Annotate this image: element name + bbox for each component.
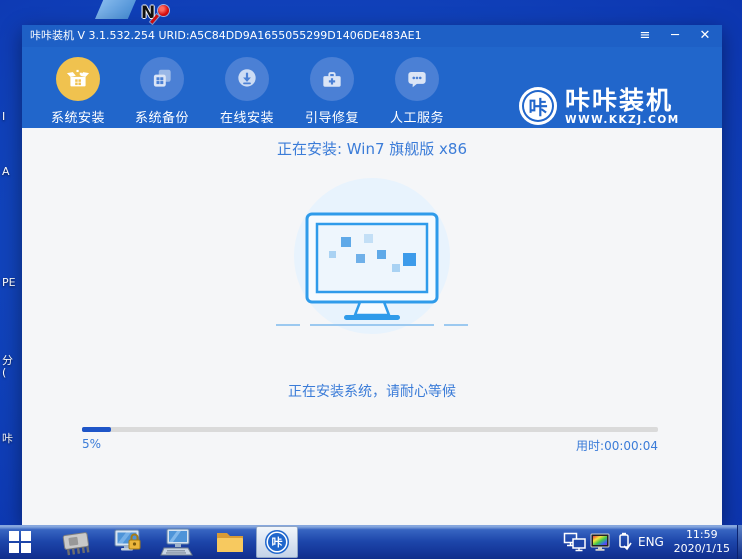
nav-system-install[interactable]: 系统安装 — [38, 57, 118, 126]
installing-title: 正在安装: Win7 旗舰版 x86 — [276, 140, 468, 158]
usb-eject-tray-icon[interactable] — [616, 532, 632, 552]
clock-date: 2020/1/15 — [673, 542, 730, 555]
nav-system-backup[interactable]: 系统备份 — [122, 57, 202, 126]
nav-label: 系统安装 — [50, 111, 105, 126]
folder-icon[interactable] — [214, 527, 246, 557]
brand-name: 咔咔装机 — [565, 86, 674, 115]
start-button[interactable] — [9, 531, 32, 553]
progress-fill — [82, 427, 111, 432]
minimize-icon[interactable]: ─ — [666, 25, 684, 47]
progress-bar — [82, 427, 658, 432]
toolbox-icon — [310, 57, 354, 101]
backup-windows-icon — [140, 57, 184, 101]
display-settings-tray-icon[interactable] — [590, 533, 612, 552]
brand-badge-icon: 咔 — [519, 87, 557, 125]
memory-chip-icon[interactable] — [60, 527, 92, 557]
clock-time: 11:59 — [685, 528, 718, 541]
nav-label: 在线安装 — [219, 111, 274, 126]
nav-label: 人工服务 — [389, 111, 444, 126]
title-bar[interactable]: 咔咔装机 V 3.1.532.254 URID:A5C84DD9A1655055… — [22, 25, 722, 47]
download-icon — [225, 57, 269, 101]
language-indicator[interactable]: ENG — [638, 535, 664, 549]
nav-online-install[interactable]: 在线安装 — [207, 57, 287, 126]
window-title: 咔咔装机 V 3.1.532.254 URID:A5C84DD9A1655055… — [30, 29, 422, 42]
taskbar-kaka-app-button[interactable]: 咔 — [256, 526, 298, 558]
status-text: 正在安装系统，请耐心等候 — [288, 384, 456, 400]
kaka-app-icon: 咔 — [265, 530, 289, 554]
install-box-icon — [56, 57, 100, 101]
nav-boot-repair[interactable]: 引导修复 — [292, 57, 372, 126]
computer-lock-icon[interactable] — [112, 527, 144, 557]
desktop-laptop-icon[interactable] — [95, 0, 136, 19]
elapsed-time: 用时:00:00:04 — [576, 439, 658, 453]
show-desktop-button[interactable] — [737, 525, 742, 559]
desktop-icon-label: I — [2, 110, 6, 123]
taskbar-clock[interactable]: 11:59 2020/1/15 — [674, 528, 730, 556]
chat-bubble-icon — [395, 57, 439, 101]
red-key-head — [158, 5, 169, 16]
desktop-password-tool-icon[interactable]: N — [141, 3, 177, 25]
desktop-icon-label: PE — [2, 276, 16, 289]
main-panel: 正在安装: Win7 旗舰版 x86 正在安装系统，请耐心等候 5% 用时:00… — [22, 128, 722, 525]
desktop-icon-label: ( — [2, 366, 7, 379]
brand-logo: 咔 咔咔装机 WWW.KKZJ.COM — [519, 87, 680, 126]
desktop-icon-label: 咔 — [2, 432, 13, 445]
taskbar: 咔 ENG 11:59 2020/1/15 — [0, 525, 742, 559]
kaka-installer-window: 咔咔装机 V 3.1.532.254 URID:A5C84DD9A1655055… — [22, 25, 722, 525]
network-tray-icon[interactable] — [563, 532, 587, 552]
progress-percent: 5% — [82, 437, 102, 451]
brand-website: WWW.KKZJ.COM — [565, 114, 680, 126]
desktop: N I A PE 分 ( 咔 咔咔装机 V 3.1.532.254 URID:A… — [0, 0, 742, 559]
keyboard-monitor-icon[interactable] — [160, 527, 194, 557]
desktop-icon-label: A — [2, 165, 10, 178]
nav-manual-service[interactable]: 人工服务 — [377, 57, 457, 126]
nav-header: 系统安装 系统备份 在线安装 引导修复 人工服务 咔 咔咔装机 WWW.KKZJ… — [22, 47, 722, 128]
nav-label: 引导修复 — [304, 111, 359, 126]
nav-label: 系统备份 — [134, 111, 189, 126]
menu-icon[interactable]: ≡ — [636, 25, 654, 47]
close-icon[interactable]: ✕ — [696, 25, 714, 47]
monitor-illustration — [276, 178, 468, 334]
